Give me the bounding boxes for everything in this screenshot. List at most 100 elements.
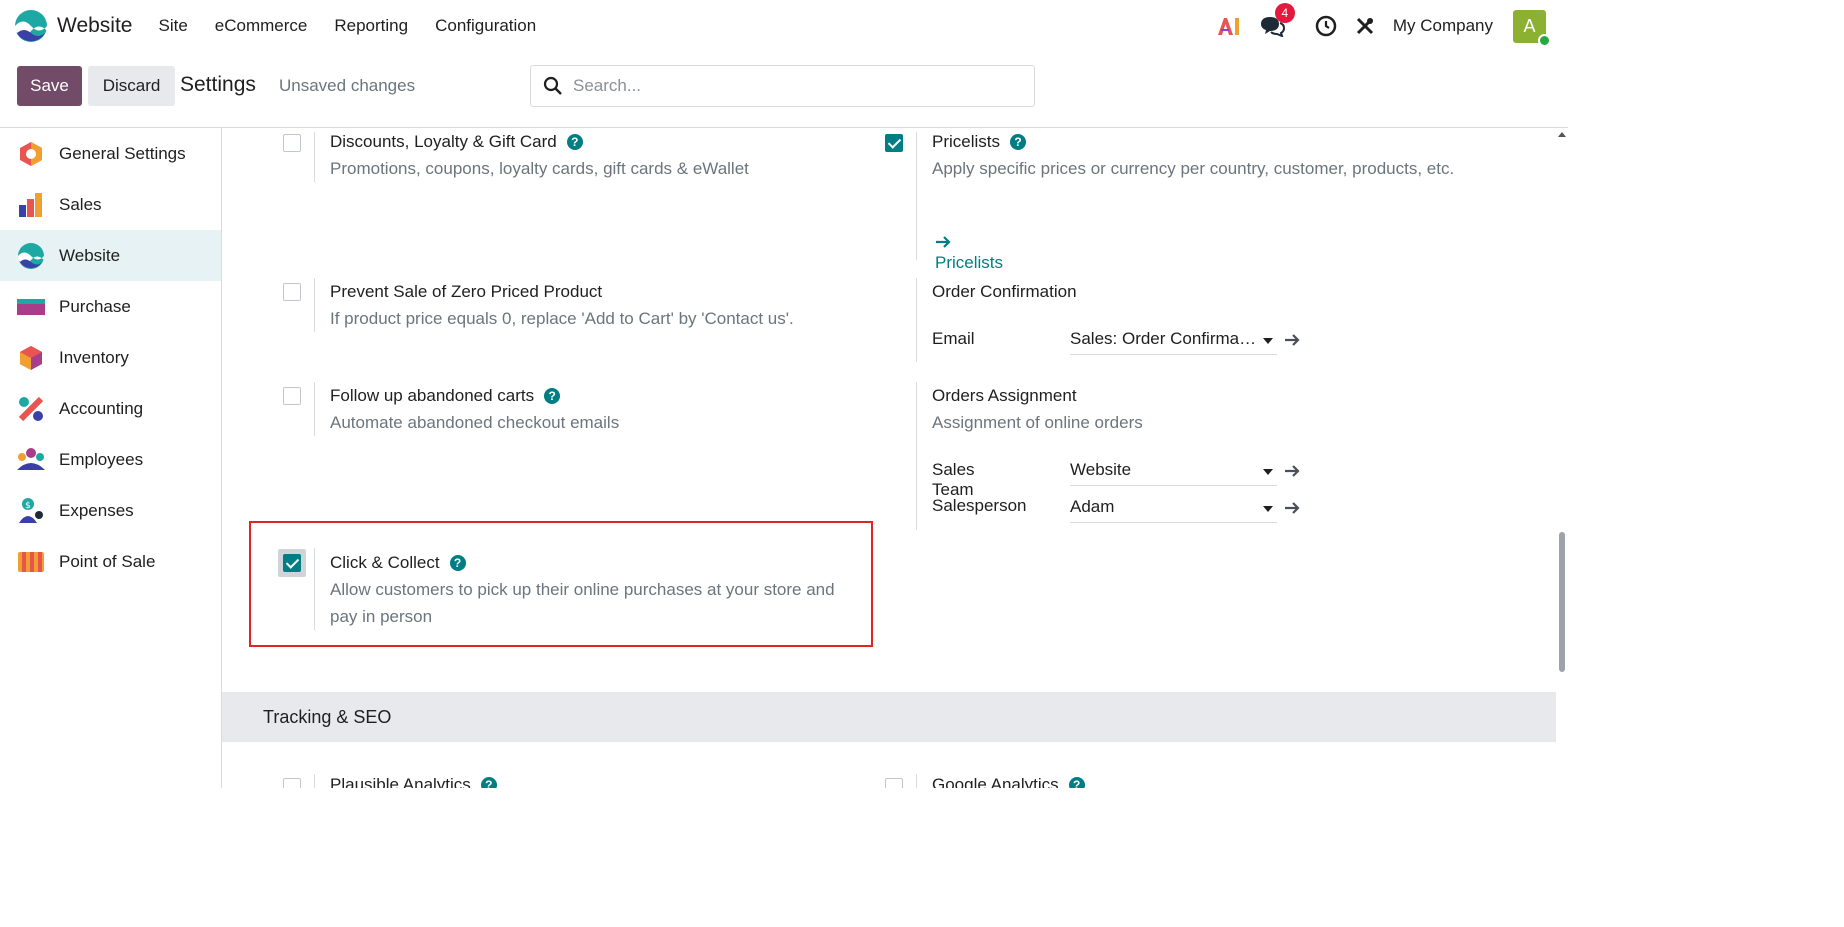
- avatar-letter: A: [1523, 15, 1536, 36]
- company-switcher[interactable]: My Company: [1393, 16, 1493, 36]
- sidebar-item-employees[interactable]: Employees: [0, 434, 221, 485]
- plausible-title-text: Plausible Analytics: [330, 775, 471, 788]
- help-icon[interactable]: ?: [566, 134, 583, 150]
- menu-configuration[interactable]: Configuration: [435, 16, 536, 36]
- email-template-value: Sales: Order Confirmation: [1070, 329, 1260, 348]
- ai-icon[interactable]: [1217, 16, 1241, 36]
- menu-reporting[interactable]: Reporting: [334, 16, 408, 36]
- purchase-icon: [17, 298, 45, 315]
- save-button[interactable]: Save: [17, 66, 82, 106]
- internal-link-arrow-icon[interactable]: [1284, 501, 1300, 515]
- divider: [314, 382, 315, 436]
- divider: [314, 278, 315, 332]
- pricelists-description: Apply specific prices or currency per co…: [932, 159, 1455, 178]
- help-icon[interactable]: ?: [1068, 777, 1085, 788]
- sidebar-item-accounting[interactable]: Accounting: [0, 383, 221, 434]
- online-status-icon: [1538, 33, 1551, 47]
- discounts-title: Discounts, Loyalty & Gift Card?: [330, 132, 583, 152]
- pricelists-title: Pricelists?: [932, 132, 1027, 152]
- salesperson-select[interactable]: Adam: [1070, 493, 1277, 523]
- divider: [916, 278, 917, 362]
- help-icon[interactable]: ?: [544, 388, 561, 404]
- sidebar-item-sales[interactable]: Sales: [0, 179, 221, 230]
- general-settings-icon: [20, 141, 42, 166]
- divider: [916, 774, 917, 788]
- divider: [916, 132, 917, 260]
- app-brand[interactable]: Website: [14, 9, 132, 43]
- discard-button[interactable]: Discard: [88, 66, 175, 106]
- sidebar-item-purchase[interactable]: Purchase: [0, 281, 221, 332]
- pricelists-checkbox[interactable]: [885, 134, 903, 152]
- sidebar-item-label: Purchase: [59, 296, 131, 316]
- app-name: Website: [57, 14, 133, 37]
- pricelists-link[interactable]: Pricelists: [935, 233, 1003, 273]
- arrow-right-icon: [936, 236, 951, 248]
- inventory-icon: [20, 345, 42, 370]
- google-analytics-checkbox[interactable]: [885, 778, 903, 788]
- website-icon: [18, 242, 44, 269]
- click-collect-title: Click & Collect?: [330, 553, 466, 573]
- sidebar-item-expenses[interactable]: $ Expenses: [0, 485, 221, 536]
- expenses-icon: $: [19, 497, 43, 523]
- user-avatar[interactable]: A: [1513, 9, 1551, 47]
- internal-link-arrow-icon[interactable]: [1284, 464, 1300, 478]
- sidebar-item-label: Inventory: [59, 347, 129, 367]
- click-collect-description: Allow customers to pick up their online …: [330, 580, 835, 626]
- point-of-sale-icon: [18, 551, 44, 572]
- orders-assignment-title: Orders Assignment: [932, 386, 1077, 405]
- zero-price-title: Prevent Sale of Zero Priced Product: [330, 282, 603, 301]
- debug-tools-icon[interactable]: [1355, 16, 1375, 36]
- zero-price-checkbox[interactable]: [283, 283, 301, 301]
- main-menu: Site eCommerce Reporting Configuration: [158, 16, 563, 36]
- messages-button[interactable]: 4: [1259, 3, 1295, 38]
- click-collect-checkbox[interactable]: [283, 554, 301, 572]
- chevron-down-icon: [1263, 338, 1273, 344]
- abandoned-carts-description: Automate abandoned checkout emails: [330, 413, 620, 432]
- sidebar-item-website[interactable]: Website: [0, 230, 221, 281]
- systray: 4 My Company A: [1217, 0, 1551, 52]
- section-title: Tracking & SEO: [263, 707, 392, 727]
- sidebar-item-inventory[interactable]: Inventory: [0, 332, 221, 383]
- sidebar-item-general-settings[interactable]: General Settings: [0, 128, 221, 179]
- page-title: Settings: [180, 73, 256, 96]
- orders-assignment-description: Assignment of online orders: [932, 413, 1143, 432]
- sidebar-item-point-of-sale[interactable]: Point of Sale: [0, 536, 221, 587]
- website-app-icon: [15, 10, 47, 42]
- sales-team-select[interactable]: Website: [1070, 456, 1277, 486]
- sidebar-item-label: Sales: [59, 194, 102, 214]
- messages-count-badge: 4: [1274, 3, 1295, 23]
- sidebar-item-label: Point of Sale: [59, 551, 156, 571]
- discounts-checkbox[interactable]: [283, 134, 301, 152]
- abandoned-carts-checkbox[interactable]: [283, 387, 301, 405]
- internal-link-arrow-icon[interactable]: [1284, 333, 1300, 347]
- sales-icon: [19, 192, 42, 217]
- menu-site[interactable]: Site: [158, 16, 187, 36]
- google-analytics-title: Google Analytics?: [932, 775, 1085, 788]
- plausible-checkbox[interactable]: [283, 778, 301, 788]
- help-icon[interactable]: ?: [449, 555, 466, 571]
- plausible-title: Plausible Analytics?: [330, 775, 497, 788]
- settings-content: Discounts, Loyalty & Gift Card? Promotio…: [222, 128, 1556, 788]
- section-tracking-seo: Tracking & SEO: [222, 692, 1556, 742]
- scroll-up-arrow-icon[interactable]: [1558, 132, 1566, 137]
- menu-ecommerce[interactable]: eCommerce: [215, 16, 308, 36]
- unsaved-status: Unsaved changes: [279, 76, 416, 95]
- sidebar-item-label: Employees: [59, 449, 144, 469]
- email-label: Email: [932, 329, 975, 348]
- search-input[interactable]: [573, 76, 1013, 96]
- top-navbar: Website Site eCommerce Reporting Configu…: [0, 0, 1568, 52]
- sidebar-item-label: General Settings: [59, 143, 186, 163]
- zero-price-description: If product price equals 0, replace 'Add …: [330, 309, 794, 328]
- help-icon[interactable]: ?: [1010, 134, 1027, 150]
- vertical-scrollbar[interactable]: [1556, 128, 1568, 788]
- scrollbar-thumb[interactable]: [1559, 532, 1565, 672]
- control-panel: Save Discard Settings Unsaved changes: [0, 52, 1568, 128]
- activity-clock-icon[interactable]: [1315, 15, 1337, 37]
- click-collect-title-text: Click & Collect: [330, 553, 440, 572]
- chevron-down-icon: [1263, 506, 1273, 512]
- sales-team-value: Website: [1070, 460, 1132, 479]
- email-template-select[interactable]: Sales: Order Confirmation: [1070, 325, 1277, 355]
- sidebar-item-label: Accounting: [59, 398, 144, 418]
- search-box[interactable]: [530, 65, 1035, 107]
- help-icon[interactable]: ?: [480, 777, 497, 788]
